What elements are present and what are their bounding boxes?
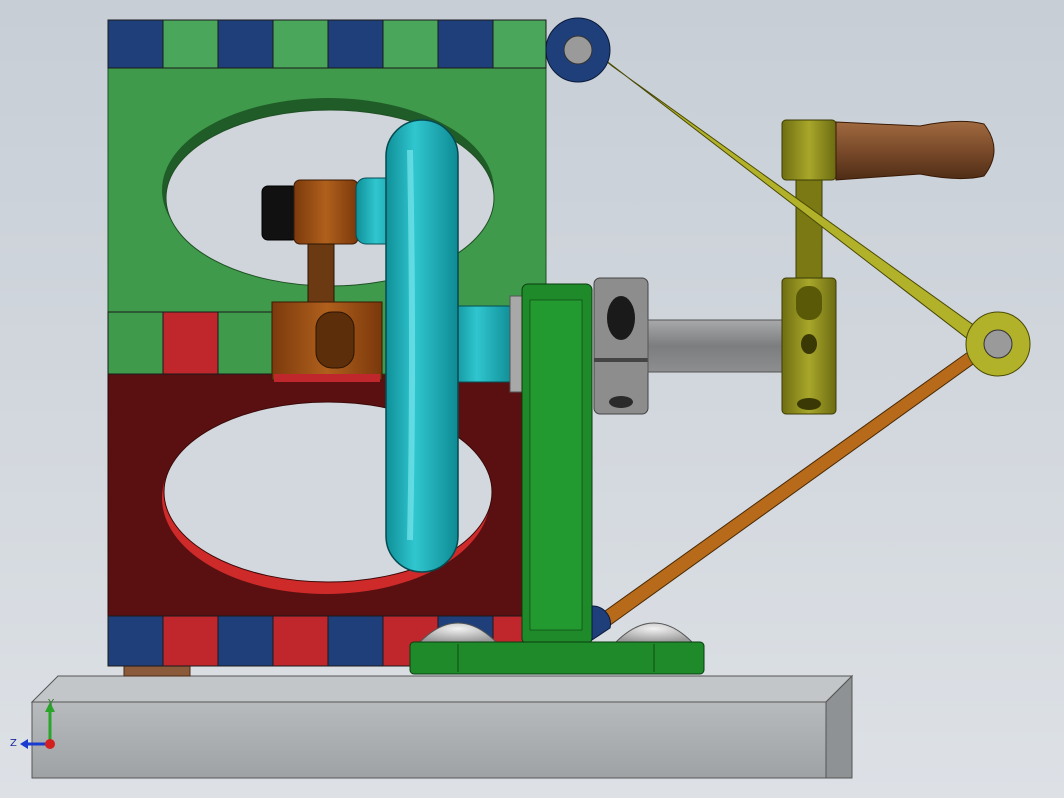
graphics-viewport[interactable]: Y Z	[0, 0, 1064, 798]
z-axis-label: Z	[10, 738, 17, 749]
handwheel-rim[interactable]	[385, 119, 459, 573]
pivot-joint-top[interactable]	[545, 17, 611, 83]
cad-model-scene[interactable]	[0, 0, 1064, 798]
top-magnet-row	[107, 19, 547, 69]
crank-handle[interactable]	[835, 120, 995, 181]
x-axis-dot	[45, 739, 55, 749]
pivot-joint-right[interactable]	[965, 311, 1031, 377]
handwheel-highlight	[407, 149, 415, 541]
base-plate	[30, 674, 854, 779]
coordinate-triad: Y Z	[10, 698, 55, 749]
crank-arm[interactable]	[781, 119, 837, 415]
y-axis-label: Y	[47, 698, 55, 709]
z-axis-head	[20, 739, 28, 749]
lower-magnet-frame	[107, 373, 547, 619]
middle-magnet-row	[107, 311, 274, 375]
shaft-collar	[593, 277, 783, 415]
